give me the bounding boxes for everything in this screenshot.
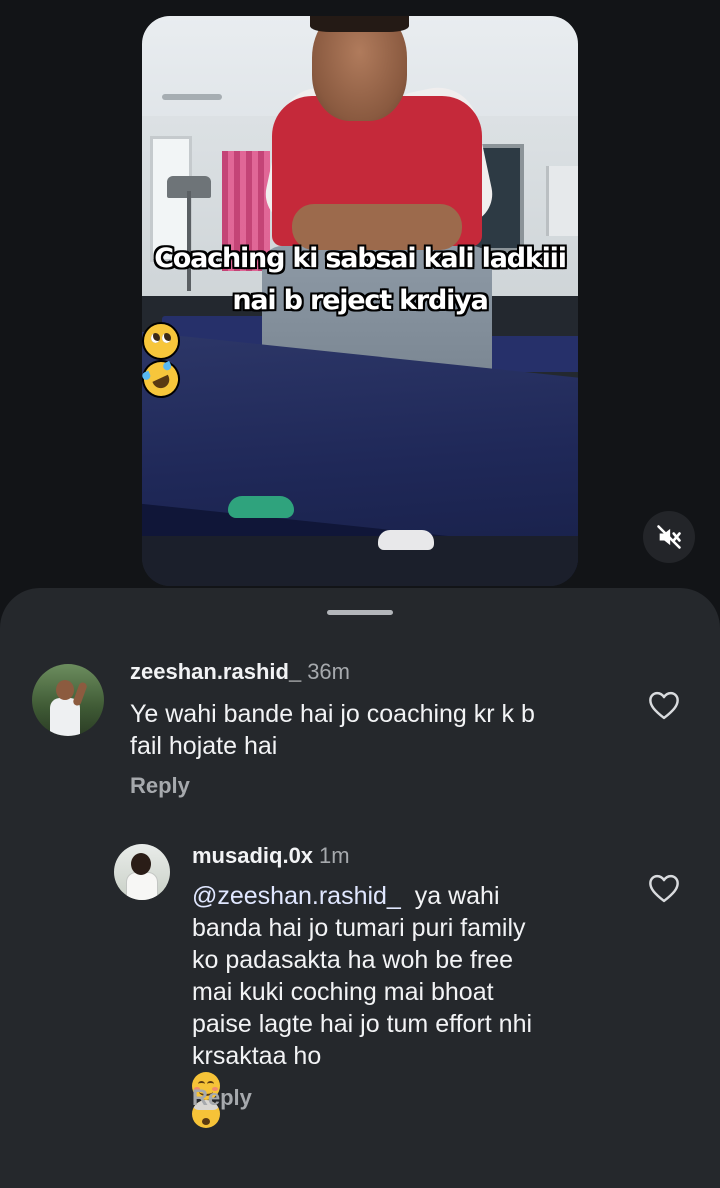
comment-text-line: mai kuki coching mai bhoat: [192, 978, 494, 1006]
mute-button[interactable]: [643, 511, 695, 563]
heart-outline-icon[interactable]: [647, 873, 681, 903]
pleading-face-icon: [142, 322, 180, 360]
comment-text-line: banda hai jo tumari puri family: [192, 914, 526, 942]
video-caption: Coaching ki sabsai kali ladkiii nai b re…: [142, 238, 578, 405]
avatar[interactable]: [114, 844, 170, 900]
reply-button[interactable]: Reply: [192, 1085, 252, 1111]
avatar[interactable]: [32, 664, 104, 736]
comment-text-line: krsaktaa ho: [192, 1040, 532, 1128]
caption-line-1: Coaching ki sabsai kali ladkiii: [154, 243, 567, 274]
comment-text-line: Ye wahi bande hai jo coaching kr k b: [130, 700, 535, 728]
comment-username[interactable]: musadiq.0x: [192, 843, 313, 868]
comments-sheet[interactable]: zeeshan.rashid_ 36m Ye wahi bande hai jo …: [0, 588, 720, 1188]
comment-text-line: ko padasakta ha woh be free: [192, 946, 514, 974]
comment-username[interactable]: zeeshan.rashid_: [130, 659, 301, 684]
heart-outline-icon[interactable]: [647, 690, 681, 720]
comment-text-fragment: ya wahi: [400, 882, 500, 910]
scene-shelf: [546, 166, 578, 236]
caption-line-2: nai b reject krdiya: [142, 280, 578, 405]
drag-handle[interactable]: [327, 610, 393, 615]
comment-time: 36m: [307, 659, 350, 684]
video-player[interactable]: Coaching ki sabsai kali ladkiii nai b re…: [142, 16, 578, 586]
person-hair: [310, 16, 409, 32]
reply-button[interactable]: Reply: [130, 773, 190, 799]
comment-text-line: paise lagte hai jo tum effort nhi: [192, 1010, 533, 1038]
speaker-muted-icon: [657, 525, 681, 549]
person-shoe-left: [228, 496, 294, 518]
comment-text: Ye wahi bande hai jo coaching kr k b fai…: [130, 698, 535, 762]
comment-header: zeeshan.rashid_ 36m: [130, 658, 350, 686]
comment-time: 1m: [319, 843, 350, 868]
rolling-on-floor-laughing-icon: [142, 353, 187, 405]
scene-ceiling-fan: [162, 94, 222, 100]
comment-text-line: fail hojate hai: [130, 732, 278, 760]
comment-text-line: @zeeshan.rashid_ ya wahi: [192, 880, 532, 912]
comment-text-fragment: krsaktaa ho: [192, 1042, 322, 1070]
person-shoe-right: [378, 530, 434, 550]
comment-header: musadiq.0x 1m: [192, 842, 350, 870]
scene-floor: [142, 536, 578, 586]
mention-link[interactable]: @zeeshan.rashid_: [192, 882, 401, 910]
caption-line-2-text: nai b reject krdiya: [232, 285, 488, 316]
